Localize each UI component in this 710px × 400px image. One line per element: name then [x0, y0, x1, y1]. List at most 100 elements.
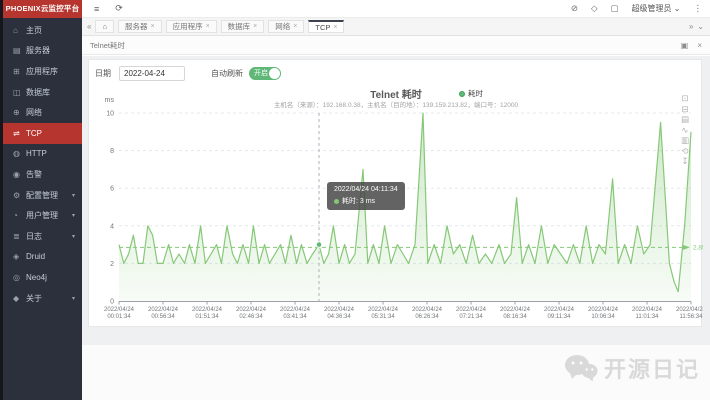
fullscreen-icon[interactable]: ▢	[611, 3, 619, 14]
svg-text:05:31:34: 05:31:34	[371, 314, 395, 320]
svg-text:2022/04/24: 2022/04/24	[412, 307, 443, 313]
breadcrumb: Telnet耗时 ▣ ×	[82, 36, 710, 55]
sidebar-item-label: Neo4j	[26, 273, 47, 282]
svg-text:00:01:34: 00:01:34	[107, 314, 131, 320]
sidebar-item-label: 用户管理	[26, 210, 58, 221]
svg-text:0: 0	[110, 299, 114, 306]
telnet-panel: 日期 自动刷新 开启 Telnet 耗时 主机名（来源）：192.168.0.3…	[88, 59, 702, 327]
close-icon[interactable]: ×	[206, 23, 210, 30]
date-input[interactable]	[119, 66, 185, 81]
sidebar-item-日志[interactable]: ≣日志▾	[3, 226, 82, 247]
series-haoshi[interactable]	[119, 113, 691, 301]
theme-icon[interactable]: ◇	[591, 3, 598, 14]
tab-network[interactable]: 网络 ×	[268, 20, 304, 33]
tab-tcp[interactable]: TCP ×	[308, 20, 344, 33]
tabs-dropdown-icon[interactable]: ⌄	[697, 22, 704, 31]
page-content: 日期 自动刷新 开启 Telnet 耗时 主机名（来源）：192.168.0.3…	[82, 56, 710, 400]
sidebar-item-Druid[interactable]: ◈Druid	[3, 247, 82, 268]
svg-text:04:36:34: 04:36:34	[327, 314, 351, 320]
svg-text:2022/04/24: 2022/04/24	[236, 307, 267, 313]
tab-label: TCP	[315, 23, 330, 32]
sidebar-item-icon: ≣	[13, 232, 26, 241]
svg-text:2.85: 2.85	[693, 244, 703, 251]
x-axis: 2022/04/24 00:01:34 2022/04/24 00:56:34 2022…	[104, 302, 703, 321]
more-icon[interactable]: ⋮	[694, 3, 703, 14]
y-axis-unit: ms	[105, 97, 115, 104]
svg-text:10:06:34: 10:06:34	[591, 314, 615, 320]
sidebar-item-网络[interactable]: ⊕网络	[3, 102, 82, 123]
svg-text:2022/04/24: 2022/04/24	[588, 307, 619, 313]
sidebar-item-label: 告警	[26, 169, 42, 180]
sidebar-item-icon: ◈	[13, 252, 26, 261]
svg-text:2022/04/24: 2022/04/24	[500, 307, 531, 313]
sidebar-item-icon: ◆	[13, 294, 26, 303]
tab-home[interactable]: ⌂	[95, 20, 114, 33]
close-icon[interactable]: ×	[253, 23, 257, 30]
svg-text:2022/04/24: 2022/04/24	[544, 307, 575, 313]
svg-text:11:01:34: 11:01:34	[636, 314, 660, 320]
sidebar-item-告警[interactable]: ◉告警	[3, 164, 82, 185]
sidebar-item-icon: ⊞	[13, 67, 26, 76]
svg-text:00:56:34: 00:56:34	[151, 314, 175, 320]
sidebar-item-HTTP[interactable]: ◍HTTP	[3, 144, 82, 165]
close-icon[interactable]: ×	[150, 23, 154, 30]
tabs-scroll-right-icon[interactable]: »	[689, 22, 693, 31]
svg-text:2022/04/24: 2022/04/24	[368, 307, 399, 313]
close-panel-icon[interactable]: ×	[697, 41, 702, 50]
svg-text:03:41:34: 03:41:34	[283, 314, 307, 320]
sidebar-item-icon: ⚙	[13, 191, 26, 200]
wechat-icon	[564, 354, 598, 382]
tabbar: « ⌂ 服务器 × 应用程序 × 数据库 × 网络 × TCP × » ⌄	[82, 18, 710, 36]
chevron-down-icon: ▾	[72, 233, 75, 240]
svg-text:02:46:34: 02:46:34	[239, 314, 263, 320]
toggle-knob	[269, 68, 280, 79]
close-icon[interactable]: ×	[293, 23, 297, 30]
menu-toggle-icon[interactable]: ≡	[94, 4, 99, 14]
svg-text:6: 6	[110, 186, 114, 193]
tab-server[interactable]: 服务器 ×	[118, 20, 162, 33]
tab-applications[interactable]: 应用程序 ×	[166, 20, 217, 33]
chart-canvas[interactable]: 0246810ms2022/04/2400:01:342022/04/2400:…	[89, 86, 703, 328]
sidebar-nav: ⌂主页▤服务器⊞应用程序◫数据库⊕网络⇌TCP◍HTTP◉告警⚙配置管理▾◔用户…	[3, 18, 82, 308]
sidebar-item-TCP[interactable]: ⇌TCP	[3, 123, 82, 144]
sidebar-item-Neo4j[interactable]: ◎Neo4j	[3, 267, 82, 288]
chevron-down-icon: ▾	[72, 192, 75, 199]
date-label: 日期	[95, 68, 111, 79]
home-icon: ⌂	[102, 22, 107, 31]
sidebar-item-关于[interactable]: ◆关于▾	[3, 288, 82, 309]
sidebar-item-icon: ⊕	[13, 108, 26, 117]
controls-row: 日期 自动刷新 开启	[89, 60, 701, 86]
tabs-scroll-left-icon[interactable]: «	[87, 22, 91, 31]
clear-cache-icon[interactable]: ⊘	[571, 3, 578, 14]
sidebar-item-label: Druid	[26, 252, 45, 261]
sidebar-item-label: HTTP	[26, 149, 47, 158]
sidebar-item-主页[interactable]: ⌂主页	[3, 20, 82, 41]
tab-label: 服务器	[125, 21, 148, 32]
sidebar-item-icon: ◍	[13, 149, 26, 158]
topbar: ≡ ⟳ ⊘ ◇ ▢ 超级管理员 ⌄ ⋮	[82, 0, 710, 18]
svg-text:08:16:34: 08:16:34	[503, 314, 527, 320]
sidebar-item-配置管理[interactable]: ⚙配置管理▾	[3, 185, 82, 206]
svg-text:2022/04/24: 2022/04/24	[324, 307, 355, 313]
auto-refresh-toggle[interactable]: 开启	[249, 67, 281, 80]
sidebar-item-用户管理[interactable]: ◔用户管理▾	[3, 205, 82, 226]
svg-text:07:21:34: 07:21:34	[459, 314, 483, 320]
sidebar-item-icon: ⌂	[13, 26, 26, 35]
svg-text:2022/04/24: 2022/04/24	[676, 307, 703, 313]
sidebar-item-label: 应用程序	[26, 66, 58, 77]
sidebar-item-label: TCP	[26, 129, 42, 138]
sidebar-item-服务器[interactable]: ▤服务器	[3, 41, 82, 62]
sidebar-item-icon: ◎	[13, 273, 26, 282]
chevron-down-icon: ⌄	[674, 4, 681, 13]
sidebar-item-label: 主页	[26, 25, 42, 36]
sidebar-item-应用程序[interactable]: ⊞应用程序	[3, 61, 82, 82]
sidebar-item-数据库[interactable]: ◫数据库	[3, 82, 82, 103]
user-menu[interactable]: 超级管理员 ⌄	[632, 3, 681, 14]
pin-panel-icon[interactable]: ▣	[681, 41, 689, 50]
tab-database[interactable]: 数据库 ×	[221, 20, 265, 33]
sidebar-item-label: 网络	[26, 107, 42, 118]
close-icon[interactable]: ×	[333, 24, 337, 31]
sidebar-item-label: 关于	[26, 293, 42, 304]
svg-text:09:11:34: 09:11:34	[548, 314, 572, 320]
refresh-icon[interactable]: ⟳	[115, 3, 123, 14]
